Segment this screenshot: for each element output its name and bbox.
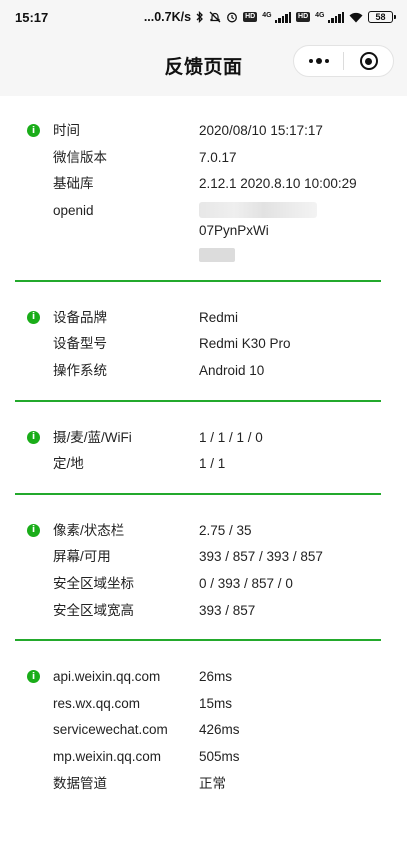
row-value: 2.12.1 2020.8.10 10:00:29 — [199, 176, 357, 192]
page-title: 反馈页面 — [164, 56, 243, 78]
row-value: Redmi — [199, 309, 239, 325]
bluetooth-icon — [196, 11, 204, 23]
info-row: 定/地 1 / 1 — [15, 454, 381, 481]
row-value: 426ms — [199, 722, 240, 738]
row-label: 设备品牌 — [53, 309, 107, 325]
info-icon: i — [27, 430, 40, 444]
section-network: i api.weixin.qq.com 26ms res.wx.qq.com 1… — [15, 641, 381, 812]
info-row: i api.weixin.qq.com 26ms — [15, 667, 381, 694]
row-label: openid — [53, 202, 94, 218]
alarm-icon — [226, 11, 238, 23]
row-value: Redmi K30 Pro — [199, 336, 291, 352]
row-label: 安全区域宽高 — [53, 602, 134, 618]
status-time: 15:17 — [15, 9, 49, 25]
status-indicators: ...0.7K/s HD 4G HD 4G 58 — [143, 10, 396, 24]
info-row: i 时间 2020/08/10 15:17:17 — [15, 121, 381, 148]
row-label: 像素/状态栏 — [53, 522, 125, 538]
section-device: i 设备品牌 Redmi 设备型号 Redmi K30 Pro 操作系统 And… — [15, 282, 381, 402]
row-label: servicewechat.com — [53, 722, 168, 738]
row-value: 1 / 1 — [199, 456, 226, 472]
signal-icon-2 — [327, 11, 344, 23]
row-label: 微信版本 — [53, 149, 107, 165]
row-value: 393 / 857 / 393 / 857 — [199, 549, 323, 565]
info-icon: i — [27, 523, 40, 537]
more-dots-icon — [308, 58, 329, 64]
row-label: api.weixin.qq.com — [53, 669, 161, 685]
row-value: 0 / 393 / 857 / 0 — [199, 575, 293, 591]
info-row: openid 07PynPxWi — [15, 201, 381, 268]
row-label: 基础库 — [53, 176, 94, 192]
info-row: servicewechat.com 426ms — [15, 720, 381, 747]
info-row: 微信版本 7.0.17 — [15, 148, 381, 175]
mute-icon — [209, 11, 221, 23]
close-miniprogram-button[interactable] — [344, 46, 393, 76]
info-row: 安全区域坐标 0 / 393 / 857 / 0 — [15, 574, 381, 601]
info-icon: i — [27, 670, 40, 684]
info-row: 操作系统 Android 10 — [15, 361, 381, 388]
row-label: 摄/麦/蓝/WiFi — [53, 429, 132, 445]
info-row: 基础库 2.12.1 2020.8.10 10:00:29 — [15, 174, 381, 201]
menu-capsule — [293, 45, 394, 77]
row-value: 505ms — [199, 748, 240, 764]
info-row: i 像素/状态栏 2.75 / 35 — [15, 521, 381, 548]
info-row: mp.weixin.qq.com 505ms — [15, 747, 381, 774]
row-label: 操作系统 — [53, 362, 107, 378]
network-speed: ...0.7K/s — [143, 10, 192, 24]
openid-visible-part: 07PynPxWi — [199, 222, 269, 238]
info-icon: i — [27, 310, 40, 324]
info-row: res.wx.qq.com 15ms — [15, 694, 381, 721]
network-type-2: 4G — [315, 12, 325, 19]
row-label: 安全区域坐标 — [53, 575, 134, 591]
row-value: 15ms — [199, 695, 233, 711]
row-value: 2.75 / 35 — [199, 522, 252, 538]
row-label: 屏幕/可用 — [53, 549, 111, 565]
redacted-block — [199, 201, 317, 218]
info-row: 安全区域宽高 393 / 857 — [15, 601, 381, 628]
navigation-bar: 反馈页面 — [0, 34, 407, 96]
row-value: Android 10 — [199, 362, 265, 378]
redacted-block-2 — [199, 247, 235, 262]
openid-value[interactable]: 07PynPxWi — [199, 201, 381, 268]
row-value: 393 / 857 — [199, 602, 256, 618]
info-row: 屏幕/可用 393 / 857 / 393 / 857 — [15, 547, 381, 574]
close-target-icon — [359, 52, 378, 70]
row-label: 设备型号 — [53, 336, 107, 352]
row-value: 正常 — [199, 775, 226, 791]
section-app-info: i 时间 2020/08/10 15:17:17 微信版本 7.0.17 基础库… — [15, 96, 381, 282]
row-value: 7.0.17 — [199, 149, 237, 165]
info-row: 设备型号 Redmi K30 Pro — [15, 334, 381, 361]
row-label: res.wx.qq.com — [53, 695, 141, 711]
feedback-info-list: i 时间 2020/08/10 15:17:17 微信版本 7.0.17 基础库… — [15, 96, 381, 812]
row-value: 2020/08/10 15:17:17 — [199, 123, 323, 138]
signal-icon — [274, 11, 292, 23]
battery-icon: 58 — [368, 11, 396, 23]
row-label: 时间 — [53, 123, 80, 138]
info-row: i 设备品牌 Redmi — [15, 308, 381, 335]
row-label: 数据管道 — [53, 775, 107, 791]
wifi-icon — [349, 12, 363, 23]
info-row: 数据管道 正常 — [15, 774, 381, 801]
info-icon: i — [27, 124, 40, 137]
section-permissions: i 摄/麦/蓝/WiFi 1 / 1 / 1 / 0 定/地 1 / 1 — [15, 402, 381, 495]
row-label: mp.weixin.qq.com — [53, 748, 162, 764]
row-label: 定/地 — [53, 456, 84, 472]
row-value: 26ms — [199, 669, 233, 685]
row-value: 1 / 1 / 1 / 0 — [199, 429, 263, 445]
network-type-1: 4G — [262, 12, 272, 19]
hd-badge-icon: HD — [243, 12, 258, 22]
section-screen: i 像素/状态栏 2.75 / 35 屏幕/可用 393 / 857 / 393… — [15, 495, 381, 642]
info-row: i 摄/麦/蓝/WiFi 1 / 1 / 1 / 0 — [15, 428, 381, 455]
more-button[interactable] — [294, 46, 343, 76]
system-status-bar: 15:17 ...0.7K/s HD 4G HD 4G 58 — [0, 0, 407, 34]
hd-badge-icon-2: HD — [296, 12, 311, 22]
